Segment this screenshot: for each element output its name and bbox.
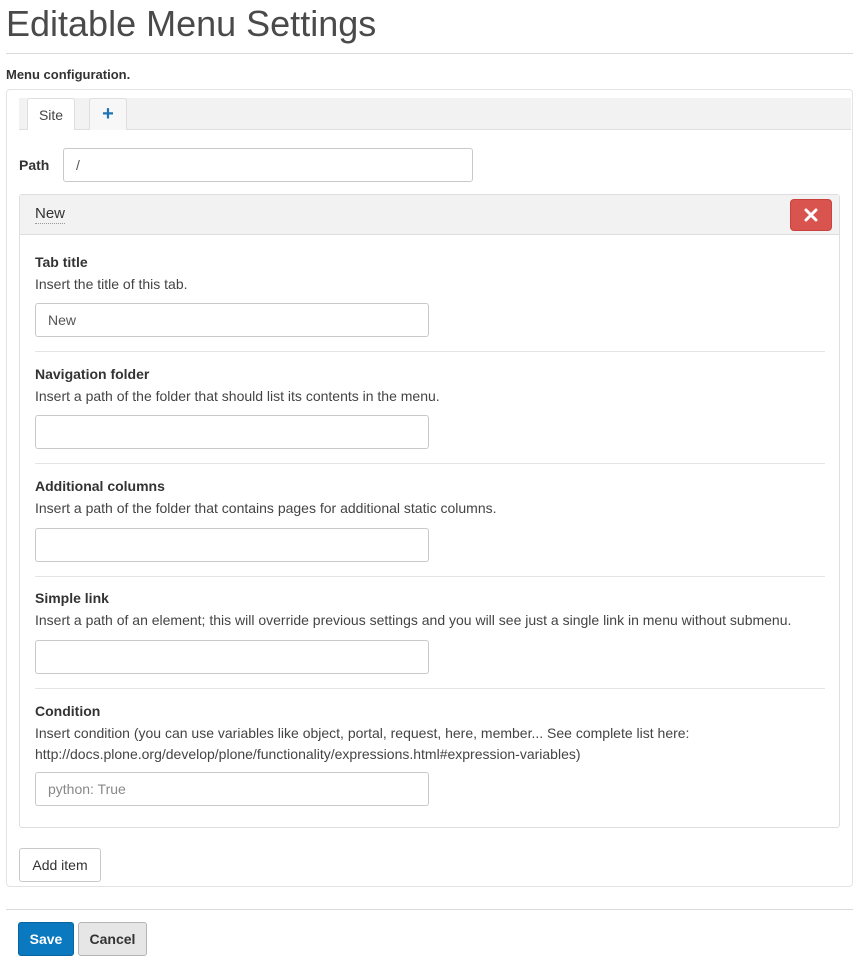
tab-title-input[interactable]: New xyxy=(35,303,429,337)
condition-input[interactable]: python: True xyxy=(35,772,429,806)
navigation-folder-input[interactable] xyxy=(35,415,429,449)
simple-link-input[interactable] xyxy=(35,640,429,674)
page-title: Editable Menu Settings xyxy=(6,3,377,44)
path-label: Path xyxy=(19,157,50,173)
field-label: Navigation folder xyxy=(35,366,150,382)
field-navigation-folder: Navigation folder Insert a path of the f… xyxy=(35,365,825,407)
additional-columns-input[interactable] xyxy=(35,528,429,562)
field-label: Additional columns xyxy=(35,478,165,494)
field-help: Insert a path of the folder that should … xyxy=(35,388,440,404)
tab-bar: Site + xyxy=(19,98,851,130)
field-help: Insert condition (you can use variables … xyxy=(35,725,690,762)
field-simple-link: Simple link Insert a path of an element;… xyxy=(35,589,825,631)
field-divider xyxy=(35,351,825,352)
field-additional-columns: Additional columns Insert a path of the … xyxy=(35,477,825,519)
add-item-button[interactable]: Add item xyxy=(19,848,101,882)
field-help: Insert a path of an element; this will o… xyxy=(35,612,792,628)
menu-item-panel: New Tab title Insert the title of this t… xyxy=(19,194,840,828)
field-label: Condition xyxy=(35,703,101,719)
add-tab-button[interactable]: + xyxy=(89,98,127,130)
field-tab-title: Tab title Insert the title of this tab. xyxy=(35,253,825,295)
field-label: Tab title xyxy=(35,254,88,270)
field-help: Insert the title of this tab. xyxy=(35,276,188,292)
field-divider xyxy=(35,688,825,689)
field-divider xyxy=(35,463,825,464)
tab-site[interactable]: Site xyxy=(27,98,75,130)
title-divider xyxy=(6,53,853,54)
remove-item-button[interactable] xyxy=(790,199,832,231)
cancel-button[interactable]: Cancel xyxy=(78,922,147,956)
field-label: Simple link xyxy=(35,590,109,606)
path-input[interactable]: / xyxy=(63,148,473,182)
form-divider xyxy=(6,909,853,910)
menu-item-title[interactable]: New xyxy=(35,205,66,224)
field-help: Insert a path of the folder that contain… xyxy=(35,500,497,516)
field-condition: Condition Insert condition (you can use … xyxy=(35,702,825,765)
save-button[interactable]: Save xyxy=(18,922,74,956)
section-label: Menu configuration. xyxy=(6,67,131,82)
menu-item-header: New xyxy=(20,195,839,235)
field-divider xyxy=(35,576,825,577)
menu-config-panel: Site + Path / New Tab title Insert the t… xyxy=(6,89,853,887)
close-icon xyxy=(804,208,818,222)
